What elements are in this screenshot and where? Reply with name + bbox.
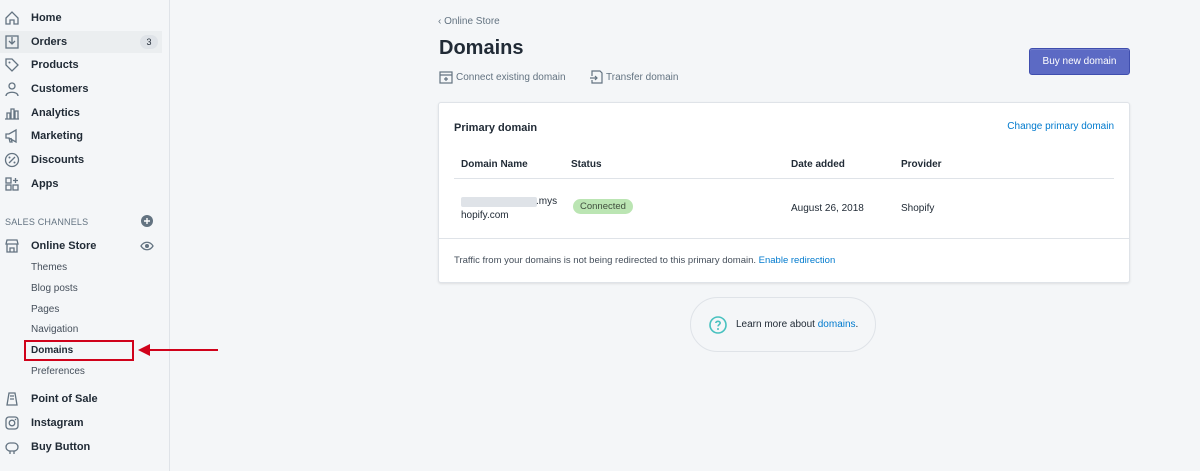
sub-item-navigation[interactable]: Navigation — [31, 324, 78, 335]
nav-label: Customers — [31, 83, 89, 95]
domains-help-link[interactable]: domains — [818, 319, 856, 330]
learn-more-suffix: . — [855, 319, 859, 330]
nav-label: Buy Button — [31, 441, 91, 453]
connect-domain-button[interactable]: Connect existing domain — [439, 69, 566, 85]
column-header-domain-name: Domain Name — [461, 159, 528, 170]
nav-label: Home — [31, 12, 62, 24]
change-primary-domain-link[interactable]: Change primary domain — [1007, 121, 1114, 132]
back-link[interactable]: ‹ Online Store — [438, 16, 500, 27]
nav-label: Apps — [31, 178, 59, 190]
nav-item-marketing[interactable]: Marketing — [0, 125, 170, 147]
transfer-domain-button[interactable]: Transfer domain — [589, 69, 678, 85]
person-icon — [4, 81, 20, 97]
nav-label: Marketing — [31, 130, 83, 142]
buy-new-domain-button[interactable]: Buy new domain — [1029, 48, 1130, 75]
bar-chart-icon — [4, 105, 20, 121]
back-label: Online Store — [444, 16, 500, 27]
domain-name-part2: hopify.com — [461, 210, 509, 221]
nav-label: Instagram — [31, 417, 84, 429]
chevron-left-icon: ‹ — [438, 16, 442, 27]
redirect-notice-text: Traffic from your domains is not being r… — [454, 255, 757, 266]
apps-icon — [4, 176, 20, 192]
header-divider — [454, 178, 1114, 179]
nav-label: Discounts — [31, 154, 85, 166]
column-header-date-added: Date added — [791, 159, 845, 170]
nav-item-products[interactable]: Products — [0, 54, 170, 76]
column-header-provider: Provider — [901, 159, 942, 170]
nav-label: Orders — [31, 36, 68, 48]
column-header-status: Status — [571, 159, 602, 170]
orders-icon — [4, 34, 20, 50]
primary-domain-card: Primary domain Change primary domain Dom… — [438, 102, 1130, 283]
sales-channels-heading: SALES CHANNELS — [5, 217, 89, 227]
status-badge: Connected — [573, 199, 633, 214]
orders-count-badge: 3 — [140, 35, 158, 49]
pos-icon — [4, 391, 20, 407]
store-icon — [4, 238, 20, 254]
domain-name-part1: .mys — [536, 196, 558, 207]
eye-icon[interactable] — [140, 240, 154, 252]
transfer-domain-icon — [590, 70, 603, 84]
date-added-cell: August 26, 2018 — [791, 203, 864, 214]
learn-more-prefix: Learn more about — [736, 319, 815, 330]
card-title: Primary domain — [454, 122, 538, 134]
nav-item-orders[interactable]: Orders 3 — [0, 31, 162, 53]
nav-item-discounts[interactable]: Discounts — [0, 149, 170, 171]
sub-item-blog-posts[interactable]: Blog posts — [31, 283, 78, 294]
card-divider — [439, 238, 1129, 239]
annotation-arrow-icon — [138, 344, 218, 356]
nav-item-point-of-sale[interactable]: Point of Sale — [0, 388, 170, 410]
domains-highlight-box — [24, 340, 134, 361]
learn-more-callout: Learn more about domains. — [690, 297, 876, 352]
provider-cell: Shopify — [901, 203, 935, 214]
connect-domain-icon — [439, 71, 453, 84]
redacted-domain-prefix — [461, 197, 537, 207]
sub-item-themes[interactable]: Themes — [31, 262, 67, 273]
nav-label: Products — [31, 59, 79, 71]
sidebar: Home Orders 3 Products Customers Analyti… — [0, 0, 170, 471]
page-title: Domains — [439, 37, 524, 59]
sub-item-preferences[interactable]: Preferences — [31, 366, 85, 377]
add-channel-icon[interactable] — [141, 215, 153, 227]
transfer-domain-label: Transfer domain — [606, 71, 679, 83]
megaphone-icon — [4, 128, 20, 144]
nav-item-apps[interactable]: Apps — [0, 173, 170, 195]
nav-label: Analytics — [31, 107, 80, 119]
nav-item-instagram[interactable]: Instagram — [0, 412, 170, 434]
discount-icon — [4, 152, 20, 168]
nav-item-analytics[interactable]: Analytics — [0, 102, 170, 124]
nav-label: Online Store — [31, 240, 97, 252]
sub-item-pages[interactable]: Pages — [31, 304, 59, 315]
home-icon — [4, 10, 20, 26]
nav-item-buy-button[interactable]: Buy Button — [0, 436, 170, 458]
buy-button-icon — [4, 439, 20, 455]
tag-icon — [4, 57, 20, 73]
connect-domain-label: Connect existing domain — [456, 71, 566, 83]
nav-item-customers[interactable]: Customers — [0, 78, 170, 100]
nav-label: Point of Sale — [31, 393, 98, 405]
enable-redirection-link[interactable]: Enable redirection — [759, 255, 836, 266]
instagram-icon — [4, 415, 20, 431]
redirect-notice: Traffic from your domains is not being r… — [454, 255, 835, 266]
nav-item-home[interactable]: Home — [0, 7, 170, 29]
help-circle-icon — [709, 315, 727, 334]
